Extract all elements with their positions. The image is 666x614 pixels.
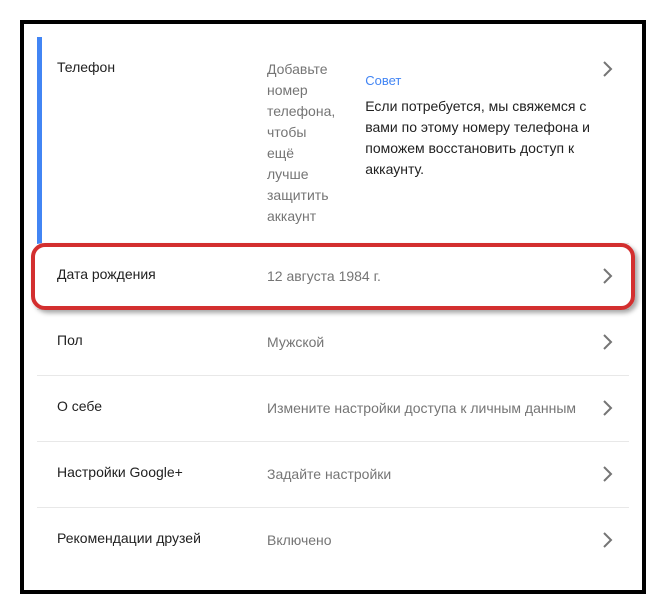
phone-value: Добавьте номер телефона, чтобы ещё лучше…: [267, 59, 365, 227]
recommendations-value: Включено: [267, 530, 611, 551]
settings-item-birthdate[interactable]: Дата рождения 12 августа 1984 г.: [37, 244, 629, 310]
about-label: О себе: [57, 398, 267, 414]
settings-item-about[interactable]: О себе Измените настройки доступа к личн…: [37, 376, 629, 442]
settings-list: Телефон Добавьте номер телефона, чтобы е…: [37, 37, 629, 577]
tip-label: Совет: [365, 73, 611, 88]
chevron-right-icon: [603, 532, 613, 553]
chevron-right-icon: [603, 466, 613, 487]
settings-item-birthdate-wrapper: Дата рождения 12 августа 1984 г.: [37, 244, 629, 310]
chevron-right-icon: [603, 268, 613, 289]
screenshot-frame: Телефон Добавьте номер телефона, чтобы е…: [20, 20, 646, 594]
googleplus-label: Настройки Google+: [57, 464, 267, 480]
tip-text: Если потребуется, мы свяжемся с вами по …: [365, 96, 611, 180]
gender-value: Мужской: [267, 332, 611, 353]
phone-tip-section: Совет Если потребуется, мы свяжемся с ва…: [365, 73, 611, 180]
settings-item-recommendations[interactable]: Рекомендации друзей Включено: [37, 508, 629, 573]
googleplus-value: Задайте настройки: [267, 464, 611, 485]
gender-label: Пол: [57, 332, 267, 348]
recommendations-label: Рекомендации друзей: [57, 530, 267, 546]
chevron-right-icon: [603, 334, 613, 355]
settings-item-googleplus[interactable]: Настройки Google+ Задайте настройки: [37, 442, 629, 508]
about-value: Измените настройки доступа к личным данн…: [267, 398, 611, 419]
settings-item-gender[interactable]: Пол Мужской: [37, 310, 629, 376]
birthdate-label: Дата рождения: [57, 266, 267, 282]
settings-item-phone[interactable]: Телефон Добавьте номер телефона, чтобы е…: [37, 37, 629, 244]
birthdate-value: 12 августа 1984 г.: [267, 266, 611, 287]
chevron-right-icon: [603, 400, 613, 421]
phone-label: Телефон: [57, 59, 267, 75]
chevron-right-icon: [603, 61, 613, 82]
